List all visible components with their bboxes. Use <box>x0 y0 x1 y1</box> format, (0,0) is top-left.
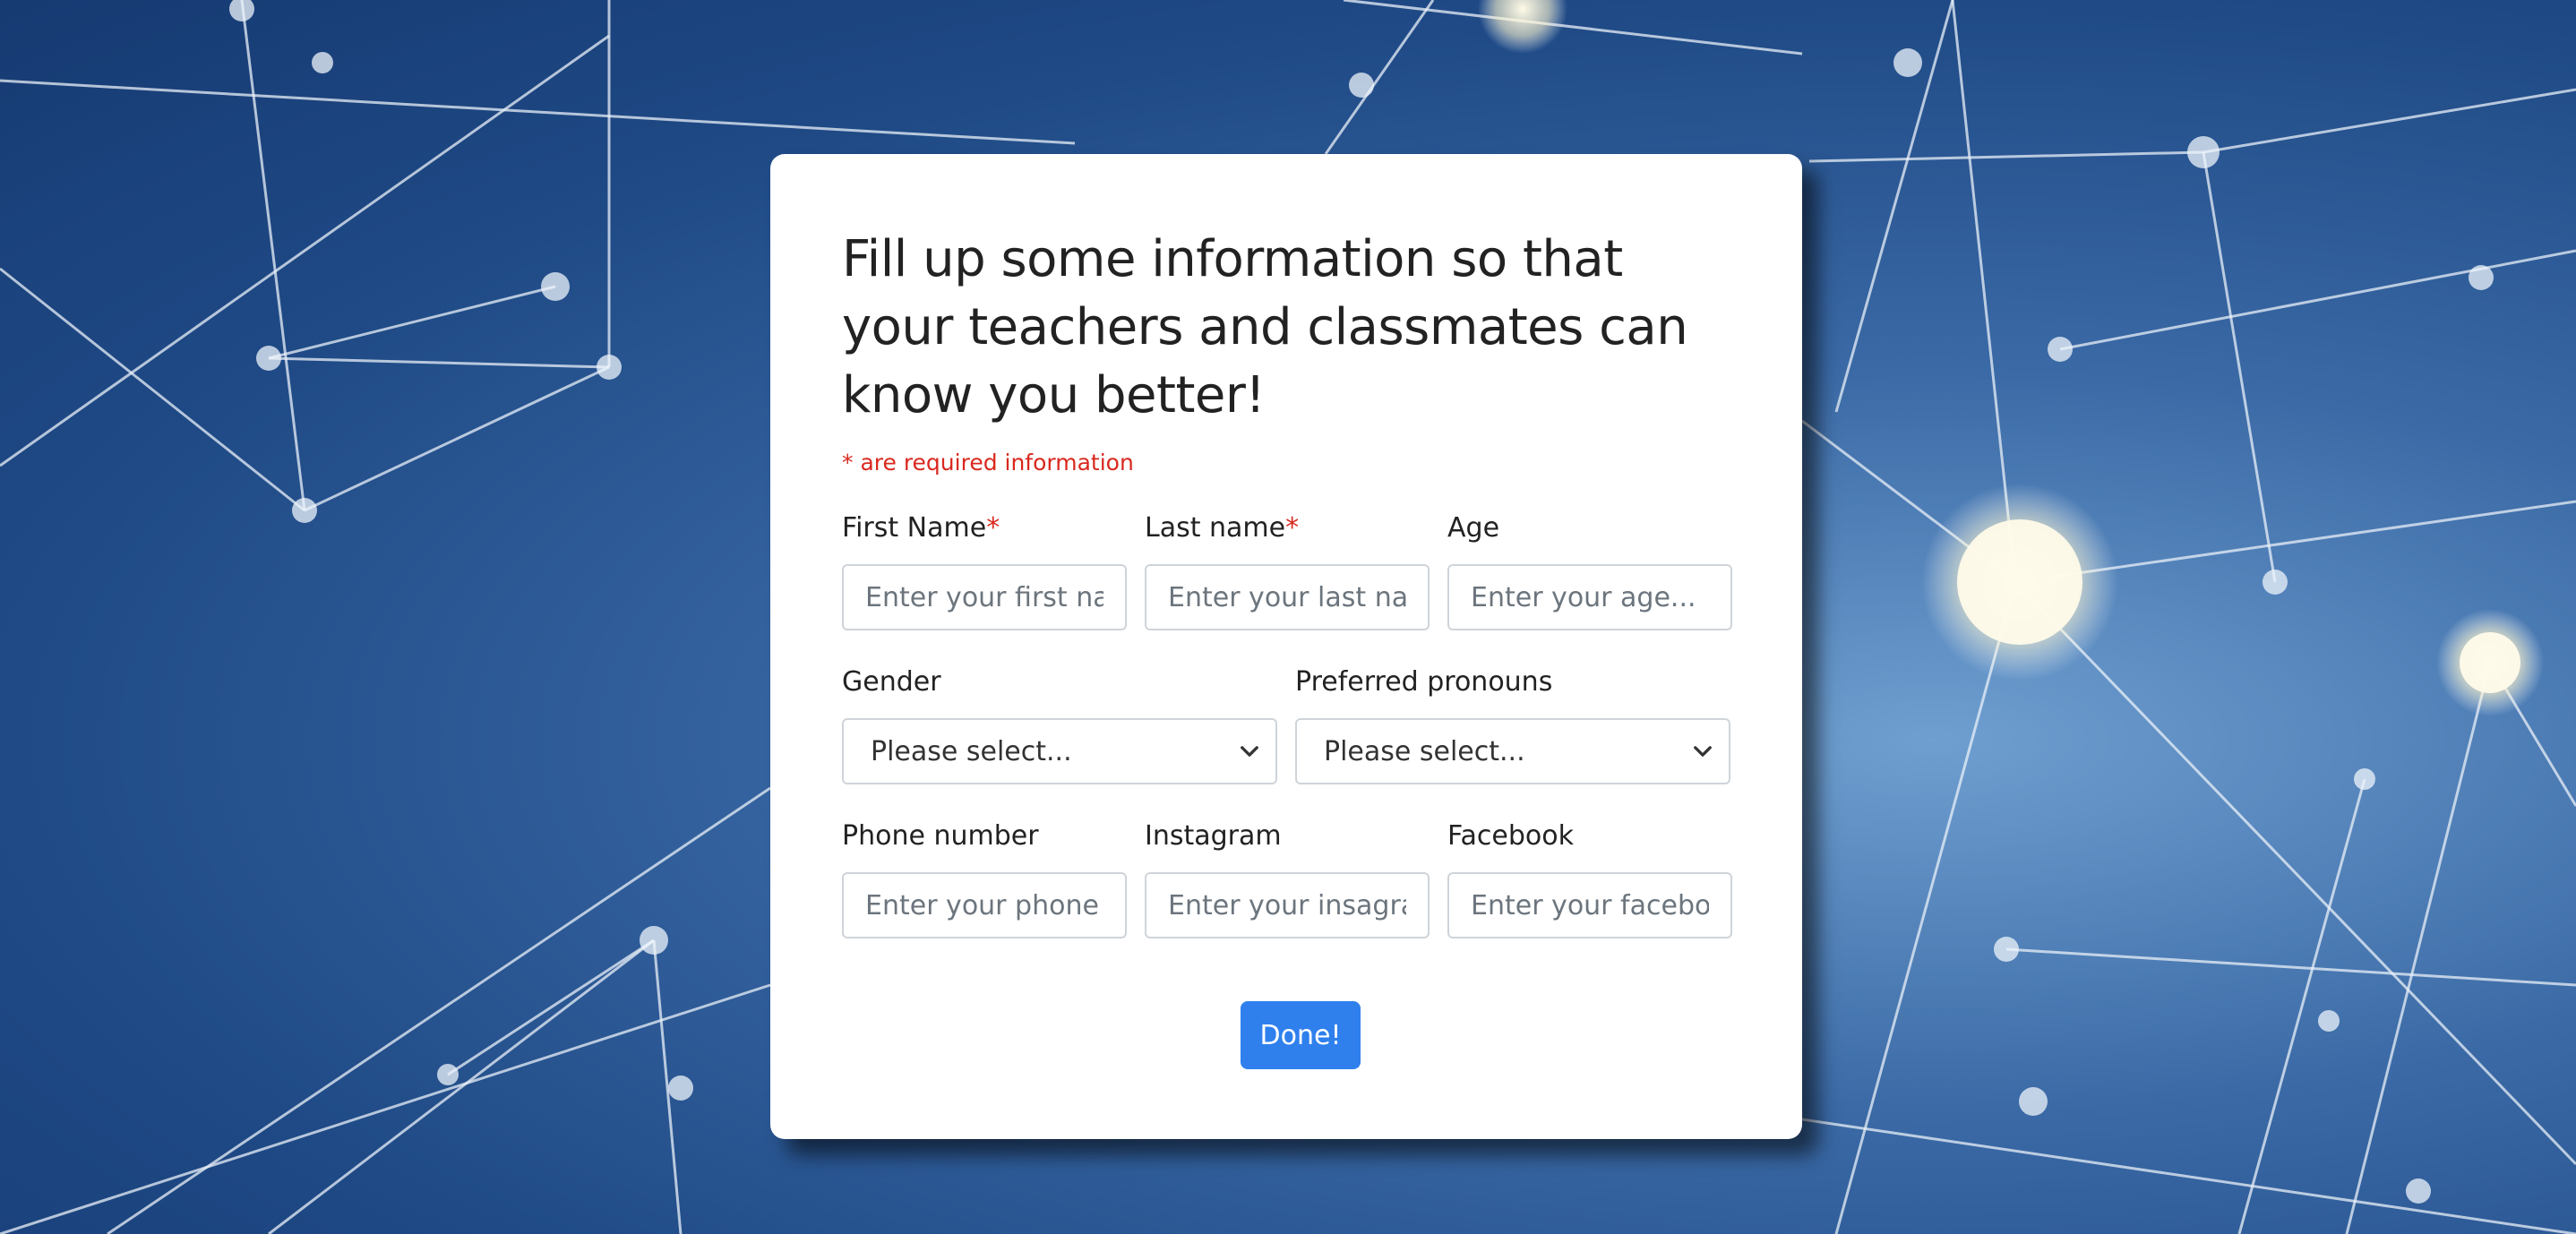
pronouns-select[interactable]: Please select... <box>1295 718 1730 784</box>
name-age-row: First Name* Last name* Age <box>842 512 1732 630</box>
first-name-input[interactable] <box>842 564 1127 630</box>
social-row: Phone number Instagram Facebook <box>842 820 1732 938</box>
facebook-field: Facebook <box>1447 820 1732 938</box>
first-name-field: First Name* <box>842 512 1127 630</box>
gender-selected-value: Please select... <box>871 735 1072 767</box>
last-name-input[interactable] <box>1145 564 1430 630</box>
last-name-field: Last name* <box>1145 512 1430 630</box>
facebook-input[interactable] <box>1447 872 1732 938</box>
instagram-input[interactable] <box>1145 872 1430 938</box>
instagram-label: Instagram <box>1145 820 1282 852</box>
required-marker: * <box>1285 512 1300 544</box>
gender-pronouns-row: Gender Please select... Preferred pronou… <box>842 666 1730 784</box>
chevron-down-icon <box>1241 746 1258 757</box>
age-label: Age <box>1447 512 1500 544</box>
pronouns-label: Preferred pronouns <box>1295 666 1553 698</box>
chevron-down-icon <box>1694 746 1712 757</box>
required-note: * are required information <box>842 450 1134 476</box>
age-field: Age <box>1447 512 1732 630</box>
form-heading: Fill up some information so that your te… <box>842 230 1688 424</box>
gender-field: Gender Please select... <box>842 666 1277 784</box>
last-name-label: Last name* <box>1145 512 1300 544</box>
age-input[interactable] <box>1447 564 1732 630</box>
facebook-label: Facebook <box>1447 820 1574 852</box>
pronouns-selected-value: Please select... <box>1324 735 1525 767</box>
phone-input[interactable] <box>842 872 1127 938</box>
instagram-field: Instagram <box>1145 820 1430 938</box>
gender-label: Gender <box>842 666 941 698</box>
gender-select[interactable]: Please select... <box>842 718 1277 784</box>
done-button[interactable]: Done! <box>1241 1001 1361 1069</box>
profile-form-card: Fill up some information so that your te… <box>770 154 1802 1139</box>
phone-label: Phone number <box>842 820 1039 852</box>
first-name-label: First Name* <box>842 512 1000 544</box>
phone-field: Phone number <box>842 820 1127 938</box>
required-marker: * <box>986 512 1000 544</box>
pronouns-field: Preferred pronouns Please select... <box>1295 666 1730 784</box>
